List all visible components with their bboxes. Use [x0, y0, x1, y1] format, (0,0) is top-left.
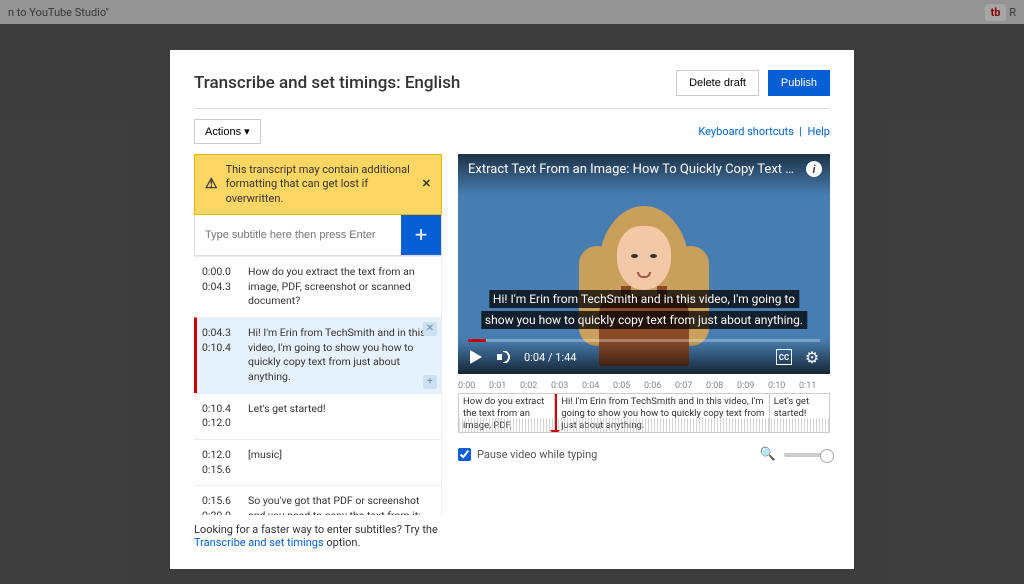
zoom-icon[interactable]: 🔍	[760, 447, 776, 462]
warning-banner: ⚠ This transcript may contain additional…	[194, 154, 442, 215]
video-title: Extract Text From an Image: How To Quick…	[458, 154, 830, 195]
cue-text[interactable]: Let's get started!	[248, 402, 433, 431]
warning-icon: ⚠	[205, 175, 218, 193]
cue-times[interactable]: 0:10.4 0:12.0	[202, 402, 238, 431]
delete-draft-button[interactable]: Delete draft	[676, 70, 759, 96]
caption-overlay: Hi! I'm Erin from TechSmith and in this …	[480, 289, 807, 330]
volume-button[interactable]	[496, 349, 512, 365]
timeline-ticks: 0:000:010:02 0:030:040:05 0:060:070:08 0…	[458, 379, 830, 393]
right-column: Extract Text From an Image: How To Quick…	[458, 154, 830, 549]
cue-text[interactable]: So you've got that PDF or screenshot and…	[248, 494, 433, 515]
pause-while-typing-checkbox[interactable]	[458, 448, 471, 461]
left-column: ⚠ This transcript may contain additional…	[194, 154, 442, 549]
header-actions: Delete draft Publish	[670, 70, 830, 96]
cue-text[interactable]: How do you extract the text from an imag…	[248, 265, 433, 309]
video-player[interactable]: Extract Text From an Image: How To Quick…	[458, 154, 830, 374]
time-display: 0:04 / 1:44	[524, 351, 576, 364]
info-icon[interactable]: i	[806, 161, 822, 177]
cue-row-active[interactable]: 0:04.3 0:10.4 Hi! I'm Erin from TechSmit…	[194, 317, 441, 393]
keyboard-shortcuts-link[interactable]: Keyboard shortcuts	[698, 125, 793, 138]
cue-list[interactable]: 0:00.0 0:04.3 How do you extract the tex…	[194, 256, 442, 515]
sub-header: Actions ▾ Keyboard shortcuts | Help	[194, 109, 830, 154]
cue-text[interactable]: [music]	[248, 448, 433, 477]
warning-text: This transcript may contain additional f…	[226, 163, 414, 206]
cue-row[interactable]: 0:12.0 0:15.6 [music]	[194, 439, 441, 485]
cue-times[interactable]: 0:15.6 0:20.0	[202, 494, 238, 515]
main-row: ⚠ This transcript may contain additional…	[194, 154, 830, 549]
insert-cue-icon[interactable]: +	[423, 375, 437, 389]
play-button[interactable]	[468, 349, 484, 365]
cue-row[interactable]: 0:00.0 0:04.3 How do you extract the tex…	[194, 256, 441, 317]
video-controls: 0:04 / 1:44 CC ⚙	[458, 340, 830, 374]
settings-gear-icon[interactable]: ⚙	[804, 349, 820, 365]
zoom-slider[interactable]	[784, 453, 830, 457]
cue-times[interactable]: 0:04.3 0:10.4	[202, 326, 238, 385]
modal-header: Transcribe and set timings: English Dele…	[194, 70, 830, 109]
caret-down-icon: ▾	[244, 126, 250, 138]
cc-button[interactable]: CC	[776, 349, 792, 365]
subtitle-input[interactable]	[195, 215, 401, 255]
add-subtitle-button[interactable]: +	[401, 215, 441, 255]
help-link[interactable]: Help	[807, 125, 830, 138]
publish-button[interactable]: Publish	[768, 70, 830, 96]
transcribe-modal: Transcribe and set timings: English Dele…	[170, 50, 854, 569]
transcribe-option-link[interactable]: Transcribe and set timings	[194, 536, 324, 549]
modal-title: Transcribe and set timings: English	[194, 73, 460, 93]
remove-cue-icon[interactable]: ✕	[423, 322, 437, 336]
cue-times[interactable]: 0:12.0 0:15.6	[202, 448, 238, 477]
footer-tip: Looking for a faster way to enter subtit…	[194, 515, 442, 549]
sub-links: Keyboard shortcuts | Help	[698, 125, 830, 138]
actions-dropdown[interactable]: Actions ▾	[194, 119, 261, 144]
timeline-clips[interactable]: How do you extract the text from an imag…	[458, 393, 830, 433]
cue-times[interactable]: 0:00.0 0:04.3	[202, 265, 238, 309]
cue-text-editable[interactable]: Hi! I'm Erin from TechSmith and in this …	[248, 326, 433, 385]
waveform	[459, 418, 829, 432]
playhead[interactable]	[555, 394, 556, 432]
pause-while-typing-label: Pause video while typing	[477, 448, 597, 461]
timeline[interactable]: 0:000:010:02 0:030:040:05 0:060:070:08 0…	[458, 379, 830, 439]
close-warning-button[interactable]: ✕	[422, 177, 431, 191]
cue-row[interactable]: 0:15.6 0:20.0 So you've got that PDF or …	[194, 485, 441, 515]
subtitle-input-row: +	[194, 215, 442, 256]
bottom-row: Pause video while typing 🔍	[458, 439, 830, 470]
cue-row[interactable]: 0:10.4 0:12.0 Let's get started!	[194, 393, 441, 439]
